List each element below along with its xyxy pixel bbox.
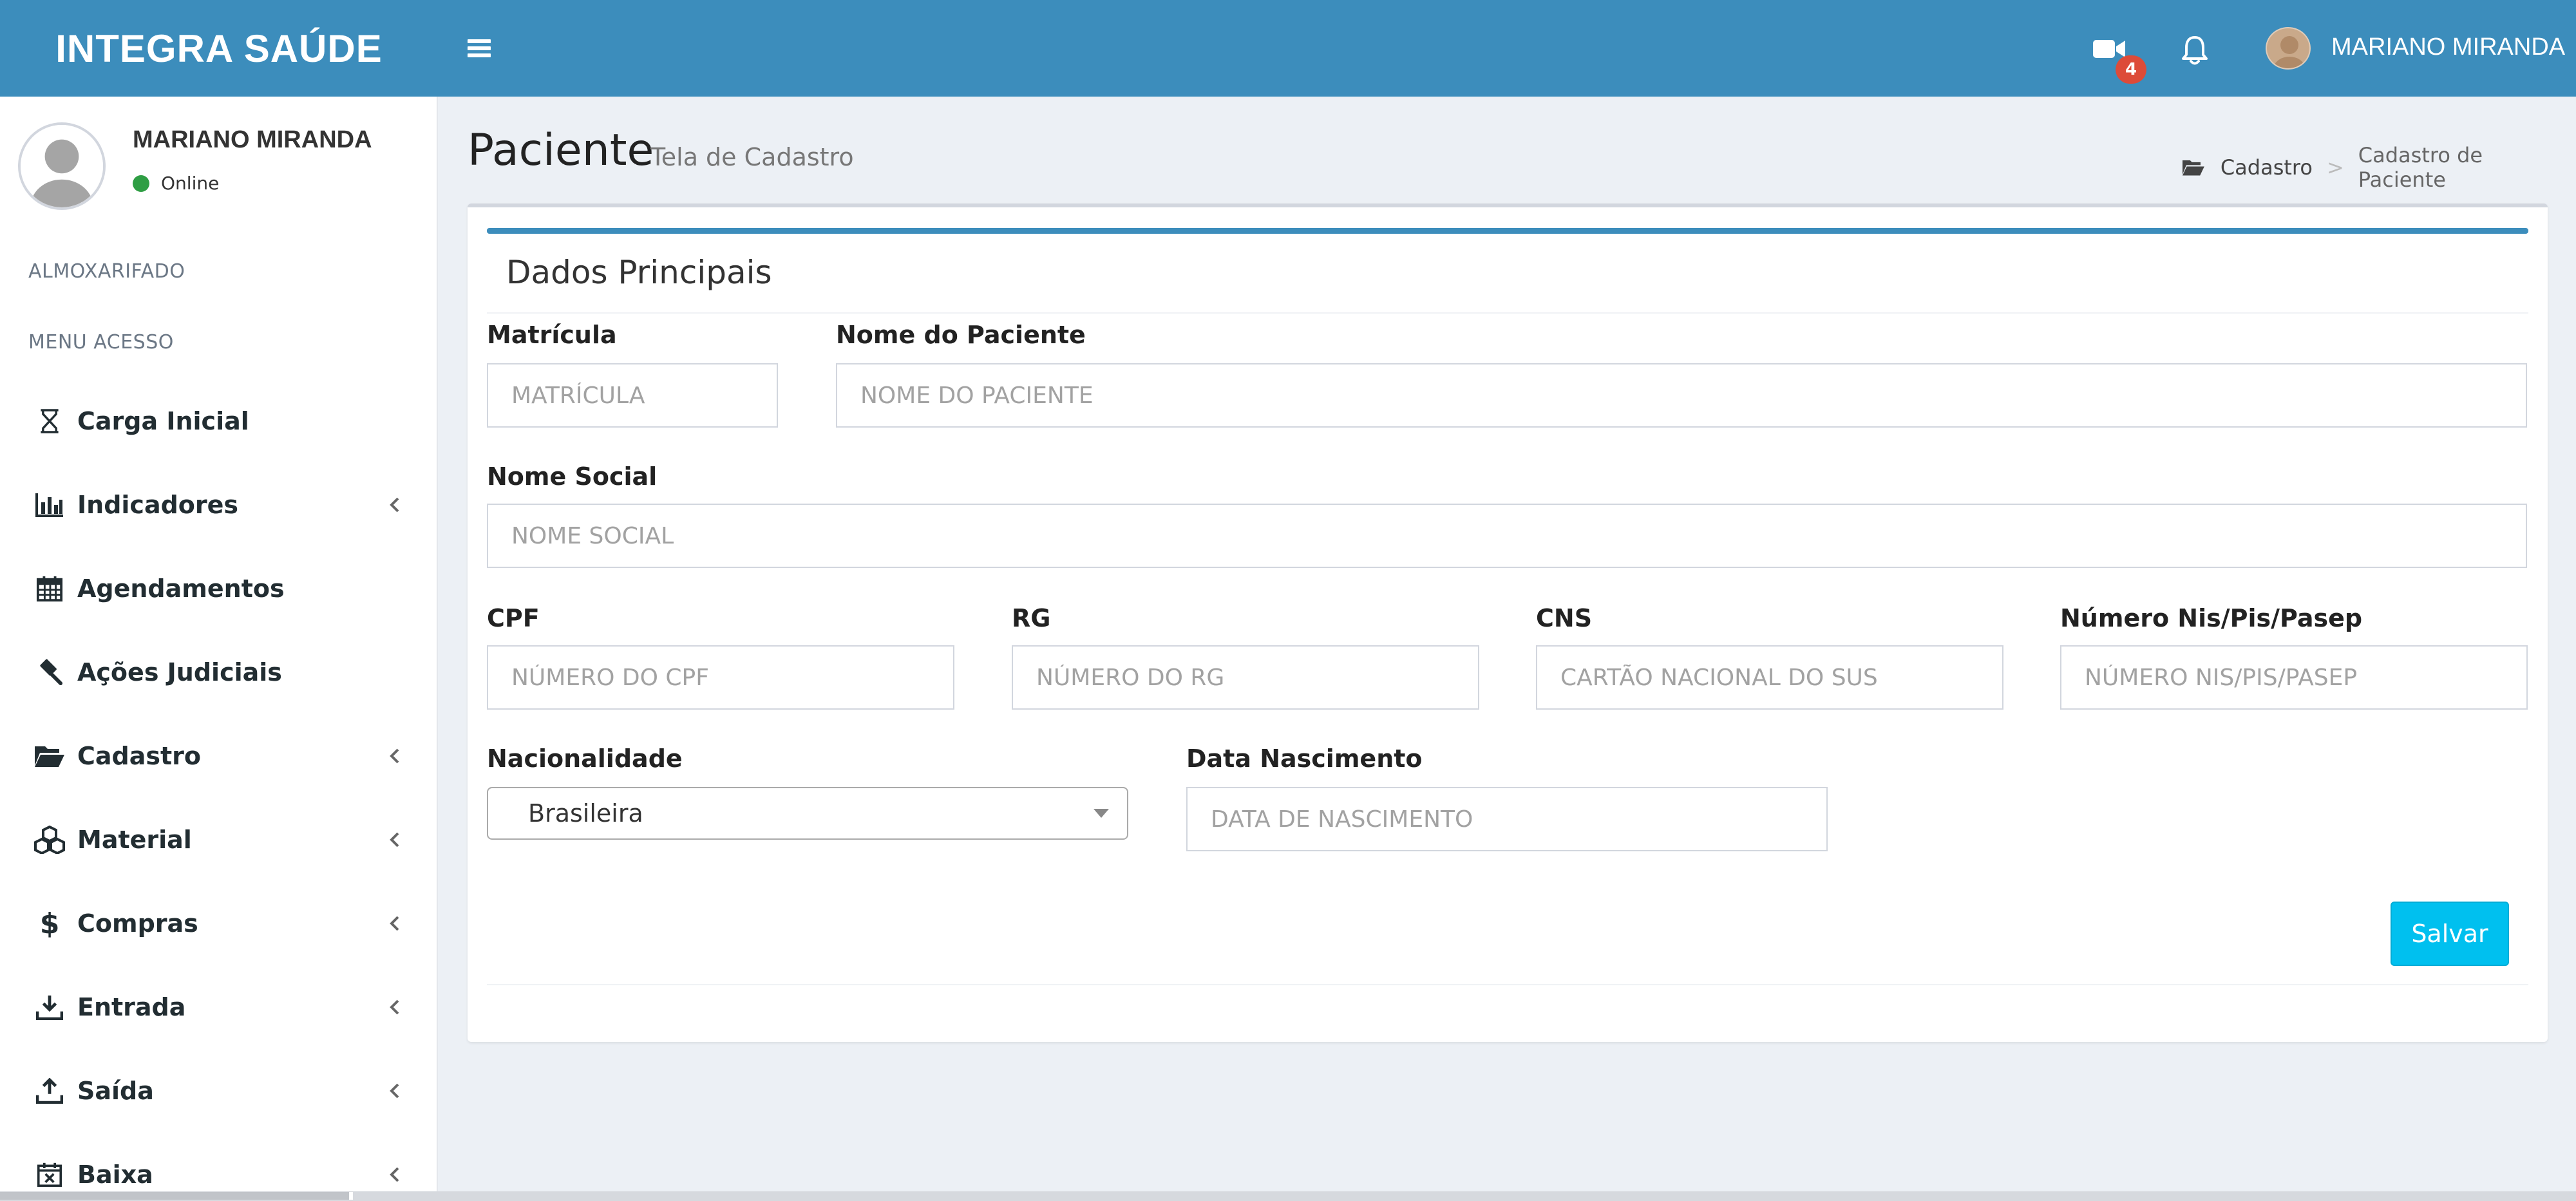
top-user-name[interactable]: MARIANO MIRANDA	[2331, 33, 2565, 61]
user-status-label: Online	[161, 173, 220, 194]
sidebar-user-name: MARIANO MIRANDA	[133, 126, 372, 153]
user-status: Online	[133, 173, 219, 194]
nis-input[interactable]	[2060, 645, 2528, 710]
nome-social-label: Nome Social	[487, 462, 658, 491]
hourglass-icon	[33, 405, 66, 437]
sidebar-item-saida[interactable]: Saída	[0, 1059, 438, 1123]
bar-chart-icon	[33, 489, 66, 521]
nis-label: Número Nis/Pis/Pasep	[2060, 604, 2363, 632]
online-dot-icon	[133, 175, 149, 192]
breadcrumb-separator: >	[2326, 155, 2344, 180]
sidebar-item-label: Entrada	[77, 993, 186, 1021]
sidebar-item-label: Compras	[77, 909, 198, 938]
nacionalidade-select[interactable]: Brasileira	[487, 787, 1128, 840]
top-navbar: INTEGRA SAÚDE 4 MARIANO MIRANDA	[0, 0, 2576, 97]
sidebar-item-cadastro[interactable]: Cadastro	[0, 724, 438, 788]
user-avatar[interactable]	[2266, 27, 2311, 70]
sidebar-header-almoxarifado: ALMOXARIFADO	[28, 260, 185, 283]
data-nascimento-input[interactable]	[1186, 787, 1828, 851]
chevron-left-icon	[390, 1083, 399, 1099]
matricula-label: Matrícula	[487, 321, 617, 349]
sidebar-item-entrada[interactable]: Entrada	[0, 975, 438, 1039]
panel-accent-bar	[487, 228, 2528, 234]
nome-paciente-input[interactable]	[836, 363, 2527, 428]
menu-toggle-icon[interactable]	[468, 34, 491, 62]
page-title: Paciente	[468, 125, 654, 176]
cns-input[interactable]	[1536, 645, 2003, 710]
sidebar-item-label: Baixa	[77, 1160, 153, 1189]
calendar-times-icon	[33, 1158, 66, 1191]
save-button[interactable]: Salvar	[2391, 902, 2509, 966]
sidebar-item-carga-inicial[interactable]: Carga Inicial	[0, 389, 438, 453]
gavel-icon	[33, 656, 66, 688]
chevron-left-icon	[390, 916, 399, 931]
breadcrumb: Cadastro > Cadastro de Paciente	[2181, 143, 2576, 192]
sidebar-user-avatar	[18, 122, 106, 210]
sidebar: MARIANO MIRANDA Online ALMOXARIFADO MENU…	[0, 97, 438, 1201]
sidebar-item-material[interactable]: Material	[0, 808, 438, 872]
chevron-left-icon	[390, 1167, 399, 1182]
cns-label: CNS	[1536, 604, 1593, 632]
sidebar-item-label: Saída	[77, 1077, 154, 1105]
video-camera-icon[interactable]	[2093, 39, 2125, 59]
chevron-left-icon	[390, 497, 399, 513]
dollar-icon: $	[39, 907, 60, 940]
notification-count-badge: 4	[2116, 55, 2146, 84]
data-nascimento-label: Data Nascimento	[1186, 744, 1423, 773]
nacionalidade-selected-value: Brasileira	[528, 799, 643, 827]
section-title: Dados Principais	[506, 254, 772, 291]
sidebar-item-label: Material	[77, 826, 192, 854]
page-subtitle: Tela de Cadastro	[650, 143, 854, 171]
chevron-left-icon	[390, 748, 399, 764]
rg-input[interactable]	[1012, 645, 1479, 710]
chevron-left-icon	[390, 832, 399, 847]
chevron-left-icon	[390, 999, 399, 1015]
sidebar-item-label: Agendamentos	[77, 574, 285, 603]
dropdown-caret-icon	[1094, 809, 1109, 818]
divider	[487, 984, 2528, 985]
cpf-input[interactable]	[487, 645, 954, 710]
rg-label: RG	[1012, 604, 1051, 632]
sidebar-header-menu-acesso: MENU ACESSO	[28, 331, 174, 354]
breadcrumb-current: Cadastro de Paciente	[2358, 143, 2483, 192]
nome-paciente-label: Nome do Paciente	[836, 321, 1086, 349]
bell-icon[interactable]	[2181, 35, 2209, 66]
sidebar-item-label: Indicadores	[77, 491, 239, 519]
upload-icon	[33, 1075, 66, 1107]
sidebar-item-acoes-judiciais[interactable]: Ações Judiciais	[0, 640, 438, 705]
folder-open-icon	[33, 740, 66, 772]
folder-open-icon	[2182, 160, 2204, 176]
sidebar-item-label: Ações Judiciais	[77, 658, 282, 686]
cpf-label: CPF	[487, 604, 540, 632]
scrollbar-thumb[interactable]	[0, 1192, 353, 1200]
matricula-input[interactable]	[487, 363, 778, 428]
app-logo[interactable]: INTEGRA SAÚDE	[0, 0, 438, 97]
sidebar-item-agendamentos[interactable]: Agendamentos	[0, 556, 438, 621]
sidebar-item-label: Carga Inicial	[77, 407, 249, 435]
divider	[487, 312, 2528, 314]
cubes-icon	[33, 824, 66, 856]
nacionalidade-label: Nacionalidade	[487, 744, 683, 773]
breadcrumb-link-cadastro[interactable]: Cadastro	[2221, 155, 2313, 180]
calendar-icon	[33, 572, 66, 605]
sidebar-item-indicadores[interactable]: Indicadores	[0, 473, 438, 537]
nome-social-input[interactable]	[487, 504, 2527, 568]
download-icon	[33, 991, 66, 1023]
sidebar-item-label: Cadastro	[77, 742, 202, 770]
sidebar-item-compras[interactable]: $ Compras	[0, 891, 438, 956]
horizontal-scrollbar[interactable]	[0, 1191, 2576, 1201]
